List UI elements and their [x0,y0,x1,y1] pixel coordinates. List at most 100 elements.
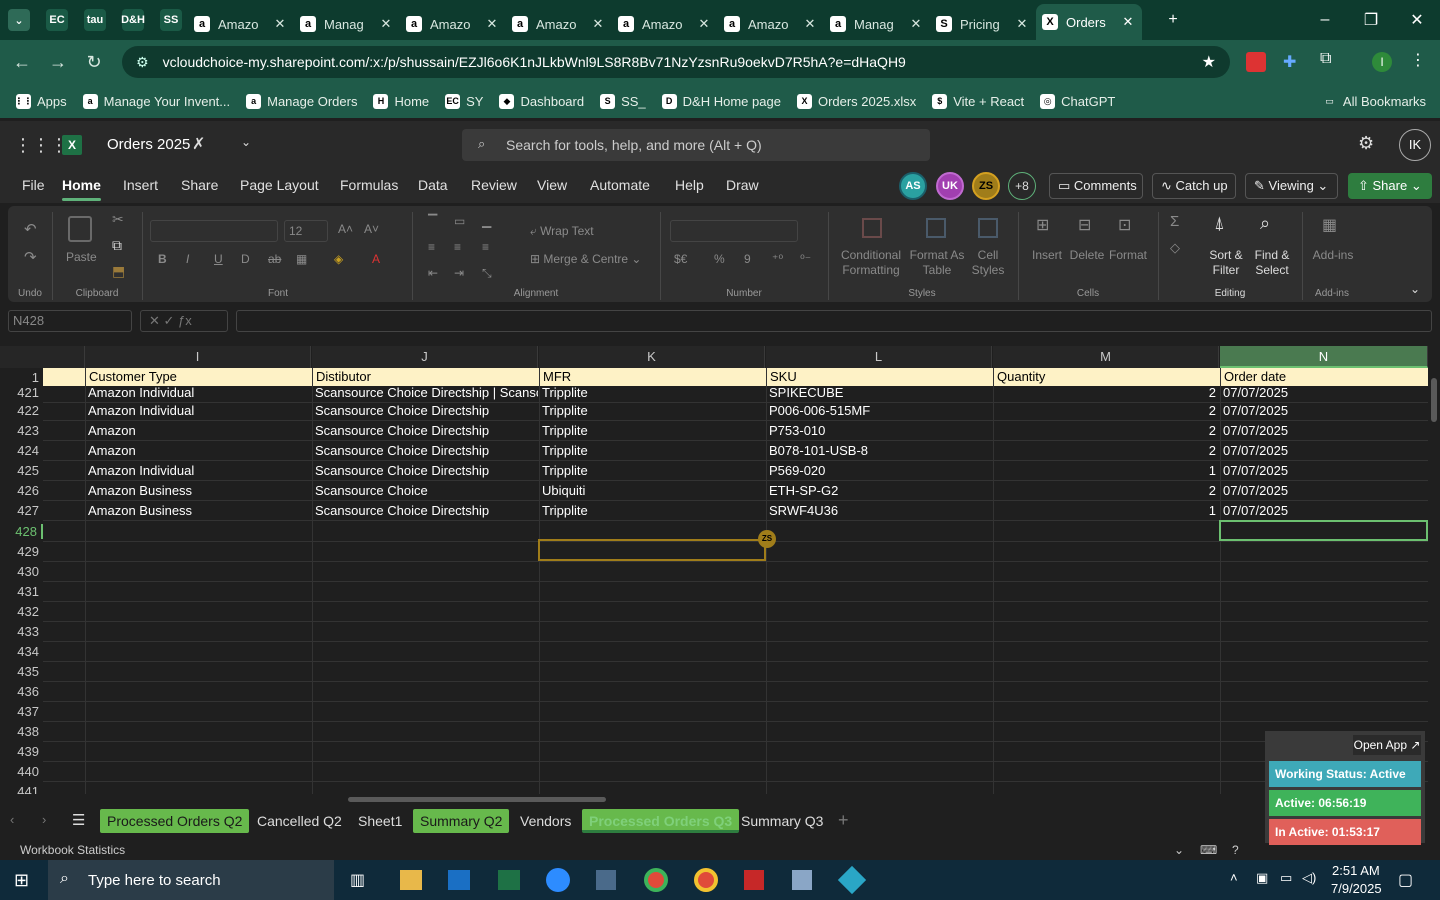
orientation-icon[interactable]: ⤡ [482,266,492,281]
row-header[interactable]: 424 [0,443,43,458]
table-cell[interactable]: Tripplite [539,385,765,400]
clear-icon[interactable]: ◇ [1170,240,1180,255]
table-cell[interactable]: Scansource Choice Directship [312,423,538,438]
menu-tab-view[interactable]: View [537,177,567,193]
table-cell[interactable]: P569-020 [766,463,992,478]
presence-avatar-zs[interactable]: ZS [972,172,1000,200]
bookmark-item[interactable]: H Home [373,93,429,109]
help-icon[interactable]: ? [1232,838,1239,862]
outlook-icon[interactable] [448,870,470,890]
table-cell[interactable]: 07/07/2025 [1220,503,1428,518]
menu-tab-automate[interactable]: Automate [590,177,650,193]
format-as-table-button[interactable]: Format As Table [908,248,966,278]
font-color-icon[interactable]: A [372,252,380,267]
decrease-font-icon[interactable]: A˅ [364,222,379,237]
menu-tab-help[interactable]: Help [675,177,704,193]
table-cell[interactable]: 07/07/2025 [1220,463,1428,478]
sheet-tab[interactable]: Summary Q3 [734,809,830,833]
align-bottom-icon[interactable]: ▁ [482,214,491,229]
tab-close-icon[interactable]: ✕ [802,16,818,32]
taskbar-search[interactable]: ⌕ Type here to search [48,860,334,900]
share-button[interactable]: ⇧ Share ⌄ [1348,173,1432,199]
site-info-icon[interactable]: ⚙ [136,54,149,71]
table-cell[interactable]: 2 [993,423,1219,438]
table-cell[interactable]: Scansource Choice Directship [312,403,538,418]
table-cell[interactable]: P753-010 [766,423,992,438]
new-tab-button[interactable]: + [1150,11,1196,29]
browser-menu-icon[interactable]: ⋮ [1410,50,1426,70]
table-cell[interactable]: 2 [993,443,1219,458]
sheet-tab[interactable]: Processed Orders Q2 [100,809,250,833]
browser-tab-1[interactable]: a Manag ✕ [294,8,400,40]
table-cell[interactable]: Amazon Business [85,503,311,518]
sheet-tab[interactable]: Summary Q2 [413,809,510,833]
table-cell[interactable]: Amazon [85,443,311,458]
table-cell[interactable]: 07/07/2025 [1220,385,1428,400]
bookmark-item[interactable]: a Manage Orders [246,93,357,109]
row-header[interactable]: 430 [0,564,43,579]
cut-icon[interactable]: ✂ [112,212,124,227]
row-header[interactable]: 428 [0,524,43,539]
table-cell[interactable]: 07/07/2025 [1220,483,1428,498]
format-button[interactable]: Format [1108,248,1148,263]
table-cell[interactable]: 07/07/2025 [1220,443,1428,458]
close-window-icon[interactable]: ✕ [1394,10,1440,30]
bookmark-item[interactable]: ◎ ChatGPT [1040,93,1115,109]
restore-icon[interactable]: ❐ [1348,10,1394,30]
menu-tab-page-layout[interactable]: Page Layout [240,177,319,193]
align-top-icon[interactable]: ▔ [428,214,437,229]
tab-close-icon[interactable]: ✕ [1014,16,1030,32]
row-header[interactable]: 425 [0,463,43,478]
volume-icon[interactable]: ◁) [1302,870,1316,886]
tray-app-icon[interactable]: ▣ [1256,870,1268,886]
paste-icon[interactable] [68,216,92,242]
align-right-icon[interactable]: ≡ [482,240,489,255]
search-box[interactable]: ⌕ Search for tools, help, and more (Alt … [462,129,930,161]
comma-icon[interactable]: 9 [744,252,751,267]
table-cell[interactable]: Amazon [85,423,311,438]
format-table-icon[interactable] [926,218,946,238]
fill-color-icon[interactable]: ◈ [334,252,343,267]
double-underline-icon[interactable]: D [241,252,250,267]
tab-close-icon[interactable]: ✕ [1120,14,1136,30]
column-header-H[interactable] [43,346,85,368]
menu-tab-insert[interactable]: Insert [123,177,158,193]
increase-decimal-icon[interactable]: ⁺⁰ [772,252,783,267]
task-view-icon[interactable]: ▥ [350,870,365,890]
column-header-J[interactable]: J [312,346,538,368]
menu-tab-formulas[interactable]: Formulas [340,177,398,193]
row-header[interactable]: 439 [0,744,43,759]
font-family-select[interactable] [150,220,278,242]
settings-gear-icon[interactable]: ⚙ [1358,133,1374,154]
merge-center-button[interactable]: ⊞ Merge & Centre ⌄ [530,252,641,267]
browser-tab-0[interactable]: a Amazo ✕ [188,8,294,40]
table-cell[interactable]: 1 [993,503,1219,518]
excel-taskbar-icon[interactable] [498,870,520,890]
table-cell[interactable]: Scansource Choice Directship [312,463,538,478]
sort-filter-button[interactable]: Sort & Filter [1204,248,1248,278]
table-cell[interactable]: ETH-SP-G2 [766,483,992,498]
table-cell[interactable]: Scansource Choice Directship [312,443,538,458]
catch-up-button[interactable]: ∿ Catch up [1152,173,1236,199]
sheet-tab[interactable]: Cancelled Q2 [250,809,349,833]
extension-cube-icon[interactable]: ✚ [1283,52,1303,72]
tray-chevron-icon[interactable]: ˄ [1230,870,1238,885]
browser-tab-8[interactable]: X Orders ✕ [1036,4,1142,40]
all-sheets-icon[interactable]: ☰ [72,811,85,829]
sheet-tab[interactable]: Vendors [513,809,578,833]
borders-icon[interactable]: ▦ [296,252,307,267]
column-header-K[interactable]: K [539,346,765,368]
align-middle-icon[interactable]: ▭ [454,214,465,229]
tab-close-icon[interactable]: ✕ [590,16,606,32]
redo-icon[interactable]: ↷ [24,250,37,265]
table-cell[interactable]: Tripplite [539,463,765,478]
row-header[interactable]: 436 [0,684,43,699]
row-header[interactable]: 426 [0,483,43,498]
tab-close-icon[interactable]: ✕ [908,16,924,32]
table-cell[interactable]: 2 [993,483,1219,498]
formula-input[interactable] [236,310,1432,332]
column-header-N[interactable]: N [1220,346,1428,368]
add-ins-icon[interactable]: ▦ [1322,218,1337,234]
row-header[interactable]: 421 [0,385,43,400]
row-header[interactable]: 422 [0,403,43,418]
